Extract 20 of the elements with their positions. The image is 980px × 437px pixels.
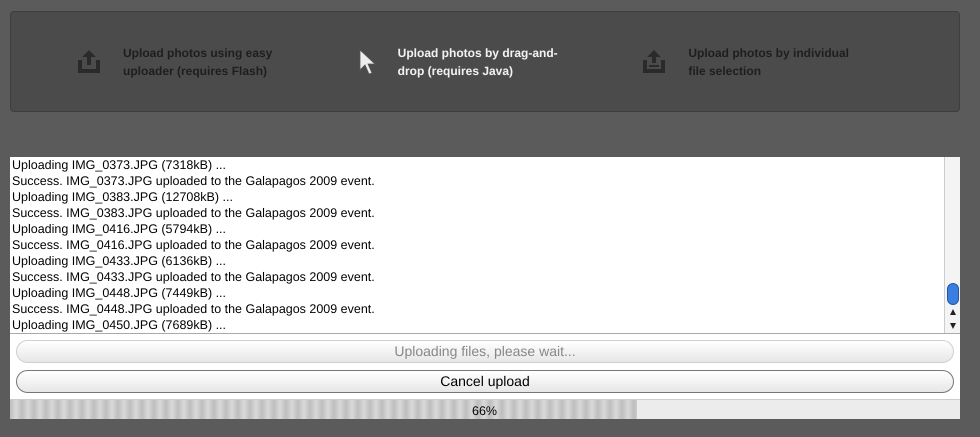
log-line: Success. IMG_0373.JPG uploaded to the Galapagos 2009 event. <box>12 173 376 189</box>
log-line: Success. IMG_0383.JPG uploaded to the Galapagos 2009 event. <box>12 205 376 221</box>
scroll-down-icon[interactable] <box>950 323 956 329</box>
log-line: Uploading IMG_0416.JPG (5794kB) ... <box>12 221 228 237</box>
log-line: Uploading IMG_0433.JPG (6136kB) ... <box>12 253 228 269</box>
action-button[interactable]: Cancel upload <box>16 370 954 393</box>
log-line: Success. IMG_0448.JPG uploaded to the Galapagos 2009 event. <box>12 301 376 317</box>
log-line: Success. IMG_0433.JPG uploaded to the Galapagos 2009 event. <box>12 269 376 285</box>
scrollbar[interactable] <box>944 157 960 333</box>
scroll-thumb[interactable] <box>946 283 958 305</box>
log-line: Uploading IMG_0448.JPG (7449kB) ... <box>12 285 228 301</box>
log-line: Uploading IMG_0383.JPG (12708kB) ... <box>12 189 234 205</box>
upload-option[interactable]: Upload photos by drag-and-drop (requires Java) <box>344 44 626 80</box>
log-line: Success. IMG_0416.JPG uploaded to the Galapagos 2009 event. <box>12 237 376 253</box>
upload-icon <box>75 48 103 76</box>
progress-reading: 66% <box>472 403 498 420</box>
scroll-up-icon[interactable] <box>950 309 956 315</box>
cursor-icon <box>358 48 378 76</box>
log-line: Uploading IMG_0450.JPG (7689kB) ... <box>12 317 228 333</box>
log-line: Uploading IMG_0373.JPG (7318kB) ... <box>12 157 228 173</box>
